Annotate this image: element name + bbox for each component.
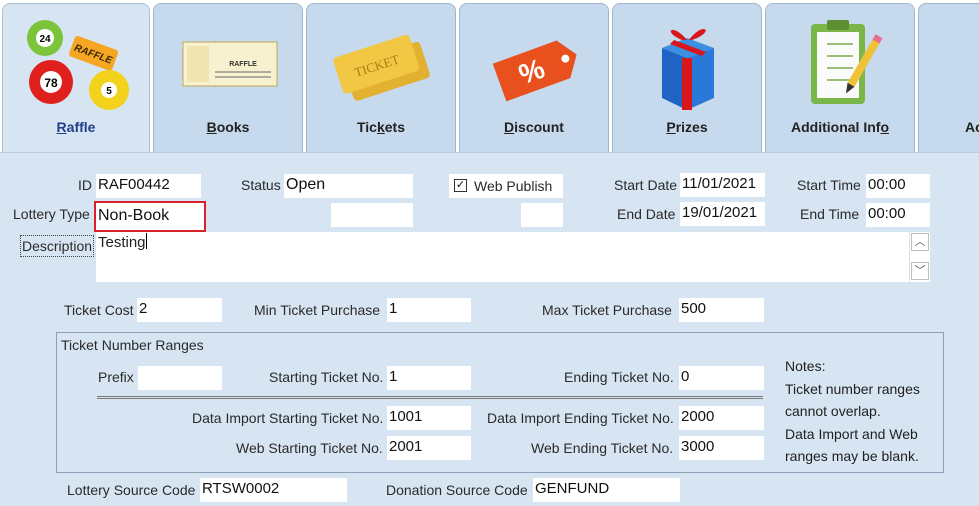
ticket-cost-label: Ticket Cost [64, 302, 134, 318]
di-end-field[interactable]: 2000 [679, 406, 764, 430]
max-purchase-label: Max Ticket Purchase [542, 302, 672, 318]
web-end-field[interactable]: 3000 [679, 436, 764, 460]
ticket-ranges-title: Ticket Number Ranges [61, 337, 204, 353]
min-purchase-label: Min Ticket Purchase [254, 302, 381, 318]
di-start-field[interactable]: 1001 [387, 406, 471, 430]
tab-additional-info[interactable]: Additional Info [765, 3, 915, 152]
lottery-type-field[interactable]: Non-Book [94, 201, 206, 232]
ranges-divider [97, 396, 763, 399]
raffle-balls-icon: 24 RAFFLE 5 78 [27, 20, 129, 110]
notes-line: Notes: [785, 358, 826, 374]
notes-line: ranges may be blank. [785, 448, 919, 464]
tab-tickets-label: Tickets [356, 119, 405, 135]
scroll-down-icon[interactable]: ﹀ [911, 262, 929, 280]
web-publish-label: Web Publish [474, 178, 553, 194]
tab-additional-info-label: Additional Info [791, 119, 889, 135]
end-time-label: End Time [800, 206, 860, 222]
status-field[interactable]: Open [284, 174, 413, 198]
ranges-notes: Notes: Ticket number ranges cannot overl… [785, 355, 920, 468]
web-publish-checkbox[interactable]: ✓ [454, 179, 467, 192]
tab-books-label: Books [206, 119, 250, 135]
tab-bar: 24 RAFFLE 5 78 Raffle RAFFLE Books TICKE… [0, 0, 979, 152]
notes-line: Data Import and Web [785, 425, 918, 442]
max-purchase-field[interactable]: 500 [679, 298, 764, 322]
di-start-label: Data Import Starting Ticket No. [192, 410, 384, 426]
tab-divider [0, 152, 979, 153]
end-date-field[interactable]: 19/01/2021 [680, 202, 765, 226]
notes-line: Ticket number ranges [785, 380, 920, 397]
tab-partial[interactable]: Ac [918, 3, 979, 152]
gift-box-icon [662, 29, 714, 110]
prefix-field[interactable] [138, 366, 222, 390]
description-text: Testing [98, 233, 147, 251]
start-date-label: Start Date [614, 177, 678, 193]
donation-source-label: Donation Source Code [386, 482, 528, 498]
tab-prizes[interactable]: Prizes [612, 3, 762, 152]
tab-raffle-label: Raffle [56, 119, 96, 135]
scroll-up-icon[interactable]: ︿ [911, 233, 929, 251]
tab-raffle[interactable]: 24 RAFFLE 5 78 Raffle [2, 3, 150, 152]
prefix-label: Prefix [98, 369, 134, 385]
description-label: Description [20, 235, 95, 257]
lottery-type-label: Lottery Type [13, 206, 90, 222]
tab-partial-label: Ac [965, 119, 979, 135]
status-extra-field[interactable] [331, 203, 413, 227]
start-time-label: Start Time [797, 177, 861, 193]
web-start-label: Web Starting Ticket No. [236, 440, 383, 456]
tab-discount[interactable]: % Discount [459, 3, 609, 152]
description-textarea[interactable]: Testing ︿ ﹀ [96, 232, 930, 282]
id-label: ID [78, 177, 92, 193]
id-field[interactable]: RAF00442 [96, 174, 201, 198]
web-end-label: Web Ending Ticket No. [531, 440, 674, 456]
ball-number-78: 78 [44, 76, 58, 90]
book-title-text: RAFFLE [229, 61, 257, 68]
clipboard-icon [811, 20, 883, 104]
starting-ticket-field[interactable]: 1 [387, 366, 471, 390]
donation-source-field[interactable]: GENFUND [533, 478, 680, 502]
tab-discount-label: Discount [504, 119, 564, 135]
ball-number-24: 24 [39, 34, 51, 45]
lottery-source-field[interactable]: RTSW0002 [200, 478, 347, 502]
starting-ticket-label: Starting Ticket No. [269, 369, 384, 385]
tab-prizes-label: Prizes [666, 119, 708, 135]
start-time-field[interactable]: 00:00 [866, 174, 930, 198]
ticket-icon: TICKET [333, 34, 430, 101]
ending-ticket-label: Ending Ticket No. [564, 369, 674, 385]
discount-tag-icon: % [492, 40, 577, 102]
end-time-field[interactable]: 00:00 [866, 203, 930, 227]
tab-tickets[interactable]: TICKET Tickets [306, 3, 456, 152]
start-date-field[interactable]: 11/01/2021 [680, 173, 765, 197]
end-date-label: End Date [617, 206, 676, 222]
web-start-field[interactable]: 2001 [387, 436, 471, 460]
lottery-source-label: Lottery Source Code [67, 482, 196, 498]
notes-line: cannot overlap. [785, 403, 881, 419]
di-end-label: Data Import Ending Ticket No. [487, 410, 674, 426]
min-purchase-field[interactable]: 1 [387, 298, 471, 322]
tab-books[interactable]: RAFFLE Books [153, 3, 303, 152]
status-label: Status [241, 177, 281, 193]
description-scrollbar[interactable]: ︿ ﹀ [909, 232, 930, 282]
web-publish-extra-field[interactable] [521, 203, 563, 227]
ball-number-5: 5 [106, 86, 112, 97]
ticket-cost-field[interactable]: 2 [137, 298, 222, 322]
ending-ticket-field[interactable]: 0 [679, 366, 764, 390]
raffle-book-icon: RAFFLE [182, 41, 278, 87]
